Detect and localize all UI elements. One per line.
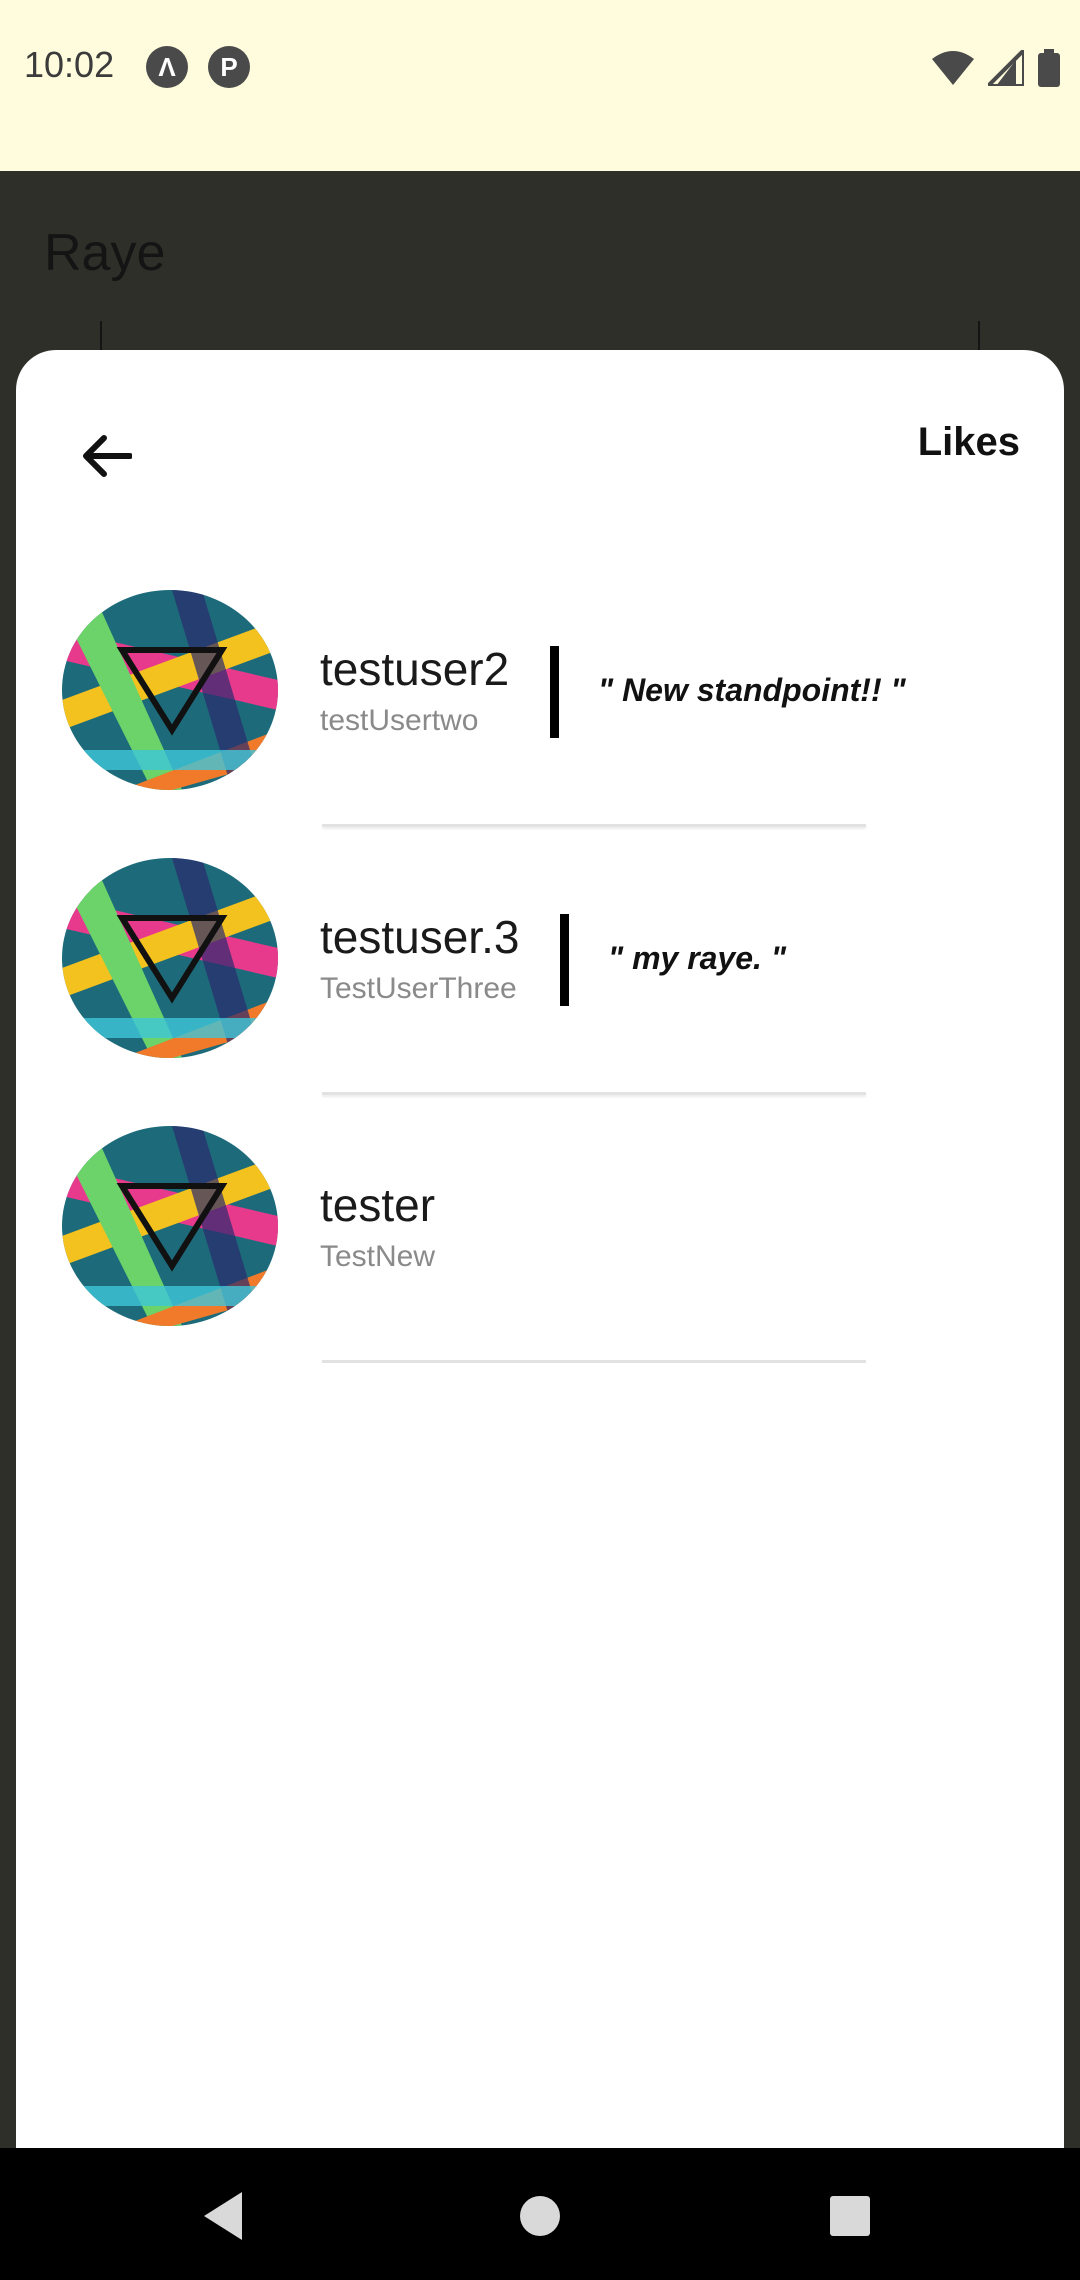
username: tester <box>320 1179 436 1231</box>
row-divider <box>322 1092 866 1095</box>
app-p-icon: P <box>208 46 250 88</box>
comment-quote: " my raye. " <box>608 940 786 976</box>
app-a-icon: Λ <box>146 46 188 88</box>
navigation-bar <box>0 2148 1080 2280</box>
quote-divider <box>550 646 559 738</box>
avatar[interactable] <box>62 858 278 1058</box>
list-item[interactable]: tester TestNew <box>16 1126 1064 1394</box>
background-page-title: Raye <box>44 224 166 282</box>
arrow-left-icon <box>83 435 132 477</box>
username: testuser2 <box>320 643 510 695</box>
list-item[interactable]: testuser2 testUsertwo " New standpoint!!… <box>16 590 1064 858</box>
wifi-icon <box>932 51 974 85</box>
user-handle: TestUserThree <box>320 972 517 1005</box>
back-button[interactable] <box>60 410 152 502</box>
avatar[interactable] <box>62 590 278 790</box>
home-circle-icon[interactable] <box>512 2188 568 2244</box>
row-divider <box>322 824 866 827</box>
list-item[interactable]: testuser.3 TestUserThree " my raye. " <box>16 858 1064 1126</box>
username: testuser.3 <box>320 911 520 963</box>
avatar[interactable] <box>62 1126 278 1326</box>
user-handle: TestNew <box>320 1240 436 1273</box>
user-handle: testUsertwo <box>320 704 479 737</box>
quote-divider <box>560 914 569 1006</box>
likes-list: testuser2 testUsertwo " New standpoint!!… <box>16 590 1064 1394</box>
sheet-title: Likes <box>917 420 1020 464</box>
avatar-image <box>62 858 278 1058</box>
status-bar: 10:02 Λ P <box>0 0 1080 171</box>
battery-icon <box>1038 49 1060 87</box>
avatar-image <box>62 1126 278 1326</box>
status-icons <box>932 48 1060 88</box>
comment-quote: " New standpoint!! " <box>598 672 906 708</box>
avatar-image <box>62 590 278 790</box>
recents-square-icon[interactable] <box>822 2188 878 2244</box>
likes-sheet: Likes testuser2 testUsertwo " New standp… <box>16 350 1064 2150</box>
signal-icon <box>988 50 1024 86</box>
back-triangle-icon[interactable] <box>196 2188 252 2244</box>
status-time: 10:02 <box>24 44 115 85</box>
row-divider <box>322 1360 866 1363</box>
